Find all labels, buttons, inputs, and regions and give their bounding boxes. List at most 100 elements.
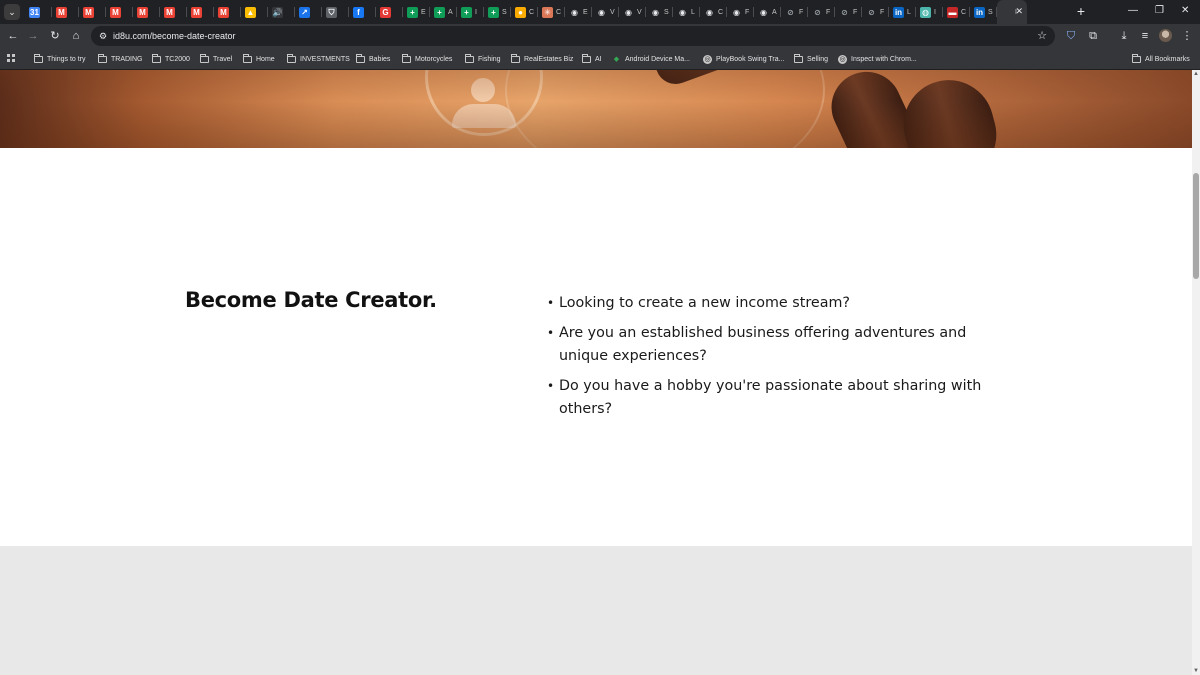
bookmark-item[interactable]: Things to try	[34, 53, 86, 65]
scroll-down-arrow[interactable]: ▼	[1192, 667, 1200, 675]
sheets-icon: +	[461, 6, 472, 18]
folder-icon	[356, 53, 365, 63]
tab[interactable]: + A	[430, 0, 457, 24]
menu-kebab-icon[interactable]: ⋮	[1179, 28, 1195, 44]
tab[interactable]: + E	[403, 0, 430, 24]
bookmark-item[interactable]: Home	[243, 53, 275, 65]
tab[interactable]: ↗	[295, 0, 322, 24]
tab[interactable]: ◍ I	[916, 0, 943, 24]
bookmark-label: Home	[256, 55, 275, 63]
github-icon: ◉	[598, 7, 605, 17]
downloads-icon[interactable]: ⤓	[1116, 28, 1132, 44]
tab[interactable]: ✳ C	[538, 0, 565, 24]
audio-icon: 🔊	[272, 6, 283, 18]
home-button[interactable]: ⌂	[68, 28, 84, 44]
tab-strip: ⌄ 31 M M M M M M M ▲ 🔊 ↗ ⛉ f G + E + A + I + S ● C ✳ C ◉ E ◉ V ◉ V ◉ S ◉ L ◉…	[0, 0, 1200, 24]
tab[interactable]: M	[52, 0, 79, 24]
intro-section: Become Date Creator. Looking to create a…	[0, 148, 1192, 546]
tab[interactable]: G	[376, 0, 403, 24]
tab[interactable]: M	[187, 0, 214, 24]
page-icon	[1001, 6, 1012, 18]
close-window-button[interactable]: ✕	[1181, 4, 1189, 18]
address-bar[interactable]: ⚙ id8u.com/become-date-creator ☆	[91, 26, 1055, 46]
tab[interactable]: M	[160, 0, 187, 24]
tab[interactable]: ● C	[511, 0, 538, 24]
bookmark-item[interactable]: TC2000	[152, 53, 190, 65]
tab[interactable]: 🔊	[268, 0, 295, 24]
new-tab-button[interactable]: +	[1073, 3, 1089, 19]
tab[interactable]: + S	[484, 0, 511, 24]
tab-list: 31 M M M M M M M ▲ 🔊 ↗ ⛉ f G + E + A + I + S ● C ✳ C ◉ E ◉ V ◉ V ◉ S ◉ L ◉ C ◉…	[25, 0, 1027, 24]
bookmark-item[interactable]: TRADING	[98, 53, 143, 65]
all-bookmarks-button[interactable]: All Bookmarks	[1132, 53, 1190, 65]
tab[interactable]: M	[106, 0, 133, 24]
bookmark-item[interactable]: ◆ Android Device Ma...	[612, 53, 690, 65]
tab[interactable]: ⊘ F	[808, 0, 835, 24]
hero-overlay	[0, 70, 1192, 148]
bookmark-item[interactable]: RealEstates Biz	[511, 53, 573, 65]
bookmark-star-icon[interactable]: ☆	[1037, 29, 1047, 43]
tab-title: C	[556, 8, 562, 16]
tab[interactable]: ◉ S	[646, 0, 673, 24]
tab[interactable]: ⊘ F	[862, 0, 889, 24]
tab[interactable]: M	[133, 0, 160, 24]
folder-icon	[98, 53, 107, 63]
tab[interactable]: + I	[457, 0, 484, 24]
bookmark-item[interactable]: AI	[582, 53, 602, 65]
bookmark-item[interactable]: Motorcycles	[402, 53, 452, 65]
bitwarden-extension-icon[interactable]: ⛉	[1063, 28, 1079, 44]
close-tab-icon[interactable]: ✕	[1015, 6, 1023, 17]
tab[interactable]: ◉ V	[592, 0, 619, 24]
bookmark-item[interactable]: INVESTMENTS	[287, 53, 350, 65]
scroll-up-arrow[interactable]: ▲	[1192, 70, 1200, 78]
gmail-icon: M	[191, 6, 202, 18]
tab[interactable]: in S	[970, 0, 997, 24]
bookmark-item[interactable]: ◎ PlayBook Swing Tra...	[703, 53, 784, 65]
extensions-icon[interactable]: ⧉	[1085, 28, 1101, 44]
tab[interactable]: in L	[889, 0, 916, 24]
profile-avatar[interactable]	[1159, 29, 1172, 42]
bookmark-item[interactable]: Fishing	[465, 53, 501, 65]
url-text[interactable]: id8u.com/become-date-creator	[113, 30, 236, 42]
tab[interactable]: M	[79, 0, 106, 24]
tab[interactable]: ◉ C	[700, 0, 727, 24]
tab[interactable]: ◉ F	[727, 0, 754, 24]
forward-button[interactable]: →	[25, 28, 41, 44]
scrollbar-thumb[interactable]	[1193, 173, 1199, 279]
bookmark-item[interactable]: Travel	[200, 53, 232, 65]
back-button[interactable]: ←	[5, 28, 21, 44]
calendar-icon: 31	[29, 6, 40, 18]
tab[interactable]: ⊘ F	[835, 0, 862, 24]
bookmark-item[interactable]: Babies	[356, 53, 390, 65]
tab-search-button[interactable]: ⌄	[4, 4, 20, 20]
media-control-icon[interactable]: ≡	[1137, 28, 1153, 44]
tab[interactable]: ◉ V	[619, 0, 646, 24]
tab[interactable]: ▲	[241, 0, 268, 24]
tab-title: E	[421, 8, 426, 16]
tab[interactable]: ⛉	[322, 0, 349, 24]
list-item: Are you an established business offering…	[547, 322, 1017, 368]
restore-button[interactable]: ❐	[1155, 4, 1164, 18]
page-scrollbar[interactable]: ▲ ▼	[1192, 70, 1200, 675]
tab[interactable]: M	[214, 0, 241, 24]
tab-title: V	[610, 8, 615, 16]
tab[interactable]: f	[349, 0, 376, 24]
tab[interactable]: ◉ A	[754, 0, 781, 24]
tab[interactable]: ◉ E	[565, 0, 592, 24]
tab[interactable]: 31	[25, 0, 52, 24]
folder-icon	[152, 53, 161, 63]
reload-button[interactable]: ↻	[47, 28, 63, 44]
tab-title: F	[880, 8, 885, 16]
tab[interactable]: ▬ C	[943, 0, 970, 24]
claude-icon: ✳	[542, 6, 553, 18]
apps-grid-icon[interactable]	[7, 54, 16, 63]
bookmark-item[interactable]: Selling	[794, 53, 828, 65]
linkedin-icon: in	[893, 6, 904, 18]
bookmark-item[interactable]: ◎ Inspect with Chrom...	[838, 53, 917, 65]
tab[interactable]: ◉ L	[673, 0, 700, 24]
bookmark-label: TC2000	[165, 55, 190, 63]
site-info-icon[interactable]: ⚙	[96, 29, 110, 43]
minimize-button[interactable]: —	[1128, 4, 1138, 18]
tab[interactable]: I ✕	[997, 0, 1027, 24]
tab[interactable]: ⊘ F	[781, 0, 808, 24]
